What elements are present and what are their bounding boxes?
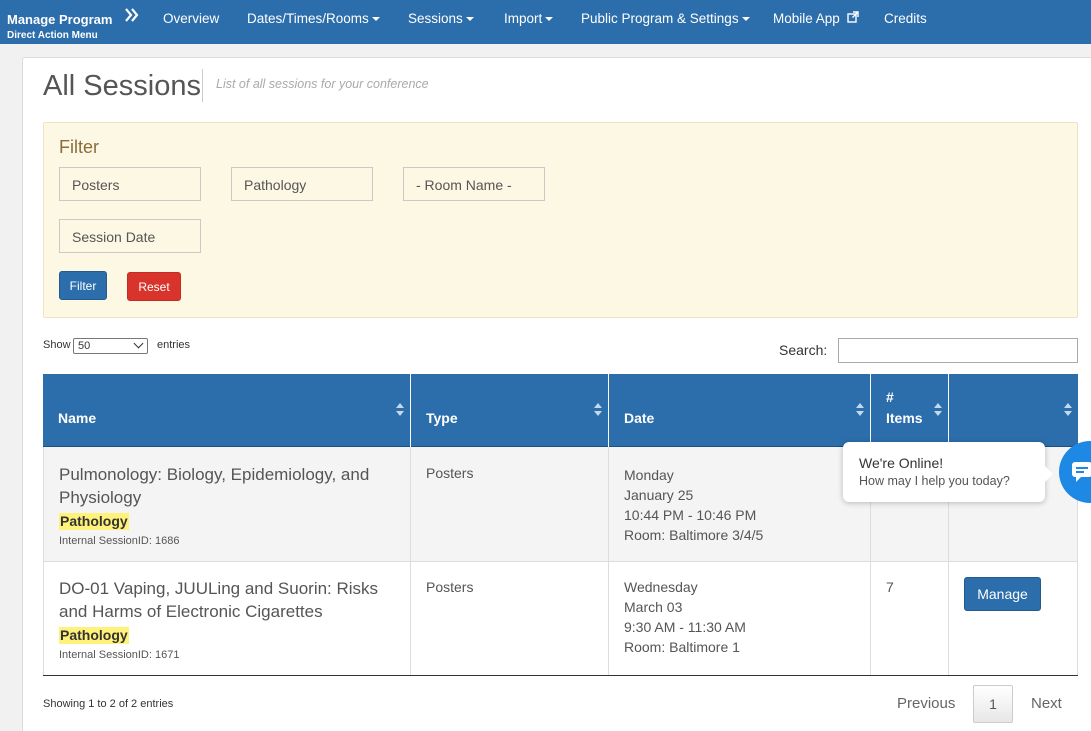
next-page-button[interactable]: Next [1031, 695, 1062, 712]
brand-title: Manage Program [7, 12, 113, 27]
nav-credits[interactable]: Credits [884, 11, 927, 26]
brand[interactable]: Manage Program Direct Action Menu [7, 12, 112, 42]
reset-button[interactable]: Reset [127, 272, 181, 301]
nav-overview[interactable]: Overview [163, 11, 219, 26]
session-time: 9:30 AM - 11:30 AM [624, 619, 746, 635]
nav-public-program[interactable]: Public Program & Settings [581, 11, 750, 26]
nav-label: Import [504, 11, 543, 26]
showing-entries-info: Showing 1 to 2 of 2 entries [43, 698, 174, 710]
room-name-select[interactable]: - Room Name - [403, 167, 545, 201]
nav-label: Mobile App [773, 11, 840, 26]
session-type: Posters [426, 465, 474, 481]
table-header: Name Type Date # Items [43, 374, 1078, 447]
cell-type: Posters [411, 447, 609, 561]
page-size-value: 50 [78, 340, 91, 352]
column-label: Name [58, 410, 97, 426]
page-1-button[interactable]: 1 [973, 685, 1013, 723]
column-label: Date [624, 410, 655, 426]
sort-icon [856, 403, 864, 417]
sort-icon [594, 403, 602, 417]
cell-name: Pulmonology: Biology, Epidemiology, and … [43, 447, 411, 561]
internal-session-id: Internal SessionID: 1686 [59, 535, 180, 547]
column-header-date[interactable]: Date [609, 374, 871, 447]
caret-down-icon [371, 17, 380, 22]
session-room: Room: Baltimore 1 [624, 639, 740, 655]
track-tag: Pathology [59, 513, 129, 530]
chat-icon [1072, 462, 1091, 482]
cell-type: Posters [411, 562, 609, 675]
previous-page-button[interactable]: Previous [897, 695, 955, 712]
cell-name: DO-01 Vaping, JUULing and Suorin: Risks … [43, 562, 411, 675]
track-select[interactable]: Pathology [231, 167, 373, 201]
entries-label: entries [157, 339, 191, 351]
item-count: 7 [886, 579, 894, 595]
date-block: Wednesday March 03 9:30 AM - 11:30 AM Ro… [624, 577, 746, 657]
cell-items: 7 [871, 562, 949, 675]
nav-label: Dates/Times/Rooms [247, 11, 369, 26]
session-type: Posters [426, 579, 474, 595]
title-divider [202, 69, 203, 102]
column-header-name[interactable]: Name [43, 374, 411, 447]
filter-button[interactable]: Filter [59, 271, 107, 300]
chat-title: We're Online! [859, 455, 944, 471]
session-date-input[interactable]: Session Date [59, 219, 201, 253]
nav-label: Sessions [408, 11, 463, 26]
track-tag: Pathology [59, 627, 129, 644]
column-label: Type [426, 410, 458, 426]
filter-title: Filter [59, 137, 99, 157]
search-input[interactable] [838, 338, 1078, 363]
sort-icon [1064, 403, 1072, 417]
chat-subtitle: How may I help you today? [859, 474, 1010, 488]
chat-greeting-bubble[interactable]: We're Online! How may I help you today? [843, 442, 1053, 502]
nav-mobile-app[interactable]: Mobile App [773, 11, 859, 26]
session-date: March 03 [624, 599, 683, 615]
nav-label: Overview [163, 11, 220, 26]
sort-icon [934, 403, 942, 417]
caret-down-icon [545, 17, 554, 22]
chevron-down-icon [133, 338, 144, 349]
double-chevron-right-icon[interactable] [123, 6, 141, 24]
page-size-select[interactable]: 50 [73, 338, 148, 354]
table-row: DO-01 Vaping, JUULing and Suorin: Risks … [43, 562, 1078, 676]
cell-date: Wednesday March 03 9:30 AM - 11:30 AM Ro… [609, 562, 871, 675]
nav-import[interactable]: Import [504, 11, 554, 26]
page-title: All Sessions [43, 70, 201, 102]
caret-down-icon [741, 17, 750, 22]
manage-button[interactable]: Manage [964, 577, 1041, 611]
date-block: Monday January 25 10:44 PM - 10:46 PM Ro… [624, 465, 763, 545]
show-label: Show [43, 339, 71, 351]
session-name[interactable]: Pulmonology: Biology, Epidemiology, and … [59, 463, 394, 509]
nav-dates-times-rooms[interactable]: Dates/Times/Rooms [247, 11, 380, 26]
nav-label: Public Program & Settings [581, 11, 739, 26]
nav-sessions[interactable]: Sessions [408, 11, 474, 26]
caret-down-icon [465, 17, 474, 22]
session-day: Monday [624, 467, 674, 483]
session-type-select[interactable]: Posters [59, 167, 201, 201]
session-time: 10:44 PM - 10:46 PM [624, 507, 757, 523]
top-navbar: Manage Program Direct Action Menu Overvi… [0, 0, 1091, 44]
column-header-items[interactable]: # Items [871, 374, 949, 447]
column-header-actions[interactable] [949, 374, 1078, 447]
session-name[interactable]: DO-01 Vaping, JUULing and Suorin: Risks … [59, 577, 394, 623]
session-room: Room: Baltimore 3/4/5 [624, 527, 764, 543]
column-label: # Items [886, 389, 923, 426]
search-label: Search: [779, 342, 828, 358]
internal-session-id: Internal SessionID: 1671 [59, 649, 180, 661]
session-day: Wednesday [624, 579, 698, 595]
brand-subtitle: Direct Action Menu [7, 30, 98, 41]
page-subtitle: List of all sessions for your conference [216, 77, 429, 91]
nav-label: Credits [884, 11, 927, 26]
cell-date: Monday January 25 10:44 PM - 10:46 PM Ro… [609, 447, 871, 561]
external-link-icon [846, 11, 859, 23]
cell-actions: Manage [949, 562, 1078, 675]
session-date: January 25 [624, 487, 694, 503]
column-header-type[interactable]: Type [411, 374, 609, 447]
sort-icon [396, 403, 404, 417]
